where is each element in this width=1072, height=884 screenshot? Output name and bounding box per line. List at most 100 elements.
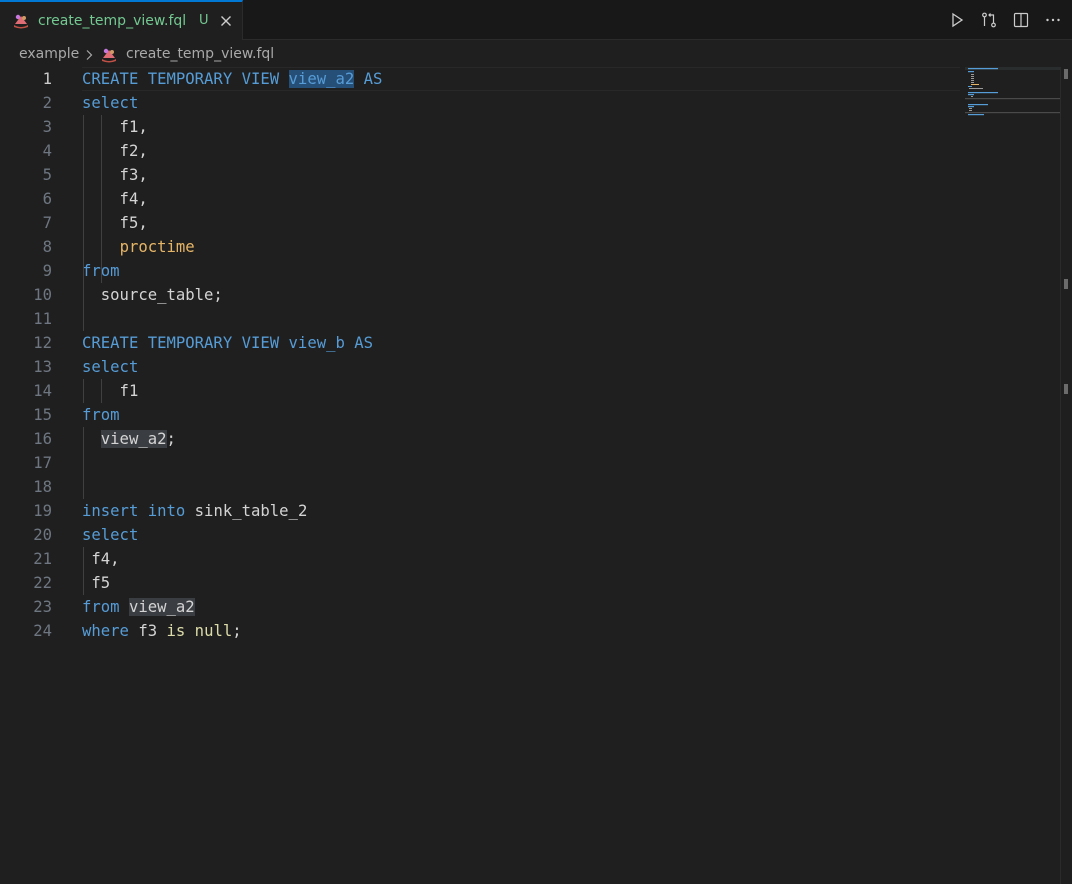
code-text: f4, (82, 187, 148, 211)
code-token: ; (166, 430, 176, 448)
code-line[interactable]: 6 f4, (0, 187, 960, 211)
code-text: source_table; (82, 283, 223, 307)
fql-file-icon (100, 46, 118, 64)
code-token: select (82, 94, 139, 112)
code-line[interactable]: 8 proctime (0, 235, 960, 259)
code-text: from (82, 403, 120, 427)
code-line[interactable]: 9from (0, 259, 960, 283)
code-line[interactable]: 11 (0, 307, 960, 331)
compare-changes-icon[interactable] (980, 11, 998, 29)
code-text: from view_a2 (82, 595, 195, 619)
code-text: f1 (82, 379, 139, 403)
breadcrumb: example create_temp_view.fql (0, 41, 1072, 68)
code-token: proctime (119, 238, 195, 256)
code-line[interactable]: 15 from (0, 403, 960, 427)
code-line[interactable]: 1 CREATE TEMPORARY VIEW view_a2 AS (0, 67, 960, 91)
scrollbar-marker (1064, 384, 1068, 394)
code-token: view_a2 (288, 70, 355, 88)
indent-guide (83, 379, 84, 403)
breadcrumb-folder[interactable]: example (19, 46, 79, 62)
more-actions-icon[interactable] (1044, 11, 1062, 29)
line-number: 8 (42, 238, 52, 256)
scrollbar-marker (1064, 279, 1068, 289)
code-token: f2, (82, 142, 148, 160)
code-line[interactable]: 18 (0, 475, 960, 499)
line-number: 21 (33, 550, 52, 568)
code-token: from (82, 406, 120, 424)
code-text: f4, (82, 547, 120, 571)
code-editor[interactable]: 1 CREATE TEMPORARY VIEW view_a2 AS 2 select… (0, 67, 1072, 884)
breadcrumb-file[interactable]: create_temp_view.fql (126, 46, 274, 62)
code-token: view_a2 (100, 430, 167, 448)
code-token: insert into (82, 502, 195, 520)
indent-guide (101, 115, 102, 283)
line-number: 22 (33, 574, 52, 592)
code-text: f3, (82, 163, 148, 187)
code-line[interactable]: 7 f5, (0, 211, 960, 235)
fql-file-icon (12, 12, 30, 30)
code-text: f2, (82, 139, 148, 163)
line-number: 23 (33, 598, 52, 616)
line-number: 19 (33, 502, 52, 520)
line-number: 6 (42, 190, 52, 208)
line-number: 12 (33, 334, 52, 352)
line-number: 11 (33, 310, 52, 328)
code-line[interactable]: 14 f1 (0, 379, 960, 403)
line-number: 16 (33, 430, 52, 448)
scrollbar-marker (1064, 69, 1068, 79)
line-number: 10 (33, 286, 52, 304)
code-line[interactable]: 3 f1, (0, 115, 960, 139)
code-text: CREATE TEMPORARY VIEW view_a2 AS (82, 67, 382, 91)
code-text: select (82, 355, 138, 379)
code-token: where (82, 622, 139, 640)
code-line[interactable]: 17 (0, 451, 960, 475)
code-line[interactable]: 16 view_a2; (0, 427, 960, 451)
indent-guide (101, 379, 102, 403)
code-line[interactable]: 22 f5 (0, 571, 960, 595)
code-line[interactable]: 12 CREATE TEMPORARY VIEW view_b AS (0, 331, 960, 355)
indent-guide (83, 427, 84, 499)
minimap[interactable] (965, 67, 1060, 127)
line-number: 5 (42, 166, 52, 184)
code-text: insert into sink_table_2 (82, 499, 307, 523)
code-line[interactable]: 4 f2, (0, 139, 960, 163)
code-token: select (82, 526, 139, 544)
code-token: ; (232, 622, 242, 640)
indent-guide (83, 547, 84, 595)
code-token: f4, (82, 550, 120, 568)
code-line[interactable]: 5 f3, (0, 163, 960, 187)
split-editor-icon[interactable] (1012, 11, 1030, 29)
tab-label: create_temp_view.fql (38, 13, 187, 29)
line-number: 3 (42, 118, 52, 136)
code-token: f3 (138, 622, 167, 640)
code-text: select (82, 523, 138, 547)
code-token: f1, (82, 118, 148, 136)
code-line[interactable]: 20 select (0, 523, 960, 547)
code-token: source_table; (82, 286, 223, 304)
code-line[interactable]: 21 f4, (0, 547, 960, 571)
tab-create-temp-view[interactable]: create_temp_view.fql U (0, 0, 243, 40)
code-line[interactable]: 13 select (0, 355, 960, 379)
code-line[interactable]: 2 select (0, 91, 960, 115)
code-token: CREATE TEMPORARY VIEW (82, 70, 289, 88)
code-text: CREATE TEMPORARY VIEW view_b AS (82, 331, 373, 355)
line-number: 13 (33, 358, 52, 376)
line-number: 24 (33, 622, 52, 640)
code-token: f5, (82, 214, 148, 232)
vertical-scrollbar[interactable] (1060, 67, 1072, 884)
line-number: 1 (42, 70, 52, 88)
line-number: 18 (33, 478, 52, 496)
code-line[interactable]: 24 where f3 is null; (0, 619, 960, 643)
close-icon[interactable] (218, 13, 234, 29)
code-line[interactable]: 10 source_table; (0, 283, 960, 307)
code-text: view_a2; (82, 427, 176, 451)
code-line[interactable]: 23 from view_a2 (0, 595, 960, 619)
line-number: 2 (42, 94, 52, 112)
line-number: 20 (33, 526, 52, 544)
code-line[interactable]: 19 insert into sink_table_2 (0, 499, 960, 523)
line-number: 9 (42, 262, 52, 280)
code-token: view_a2 (128, 598, 195, 616)
run-icon[interactable] (948, 11, 966, 29)
code-text: f5 (82, 571, 110, 595)
